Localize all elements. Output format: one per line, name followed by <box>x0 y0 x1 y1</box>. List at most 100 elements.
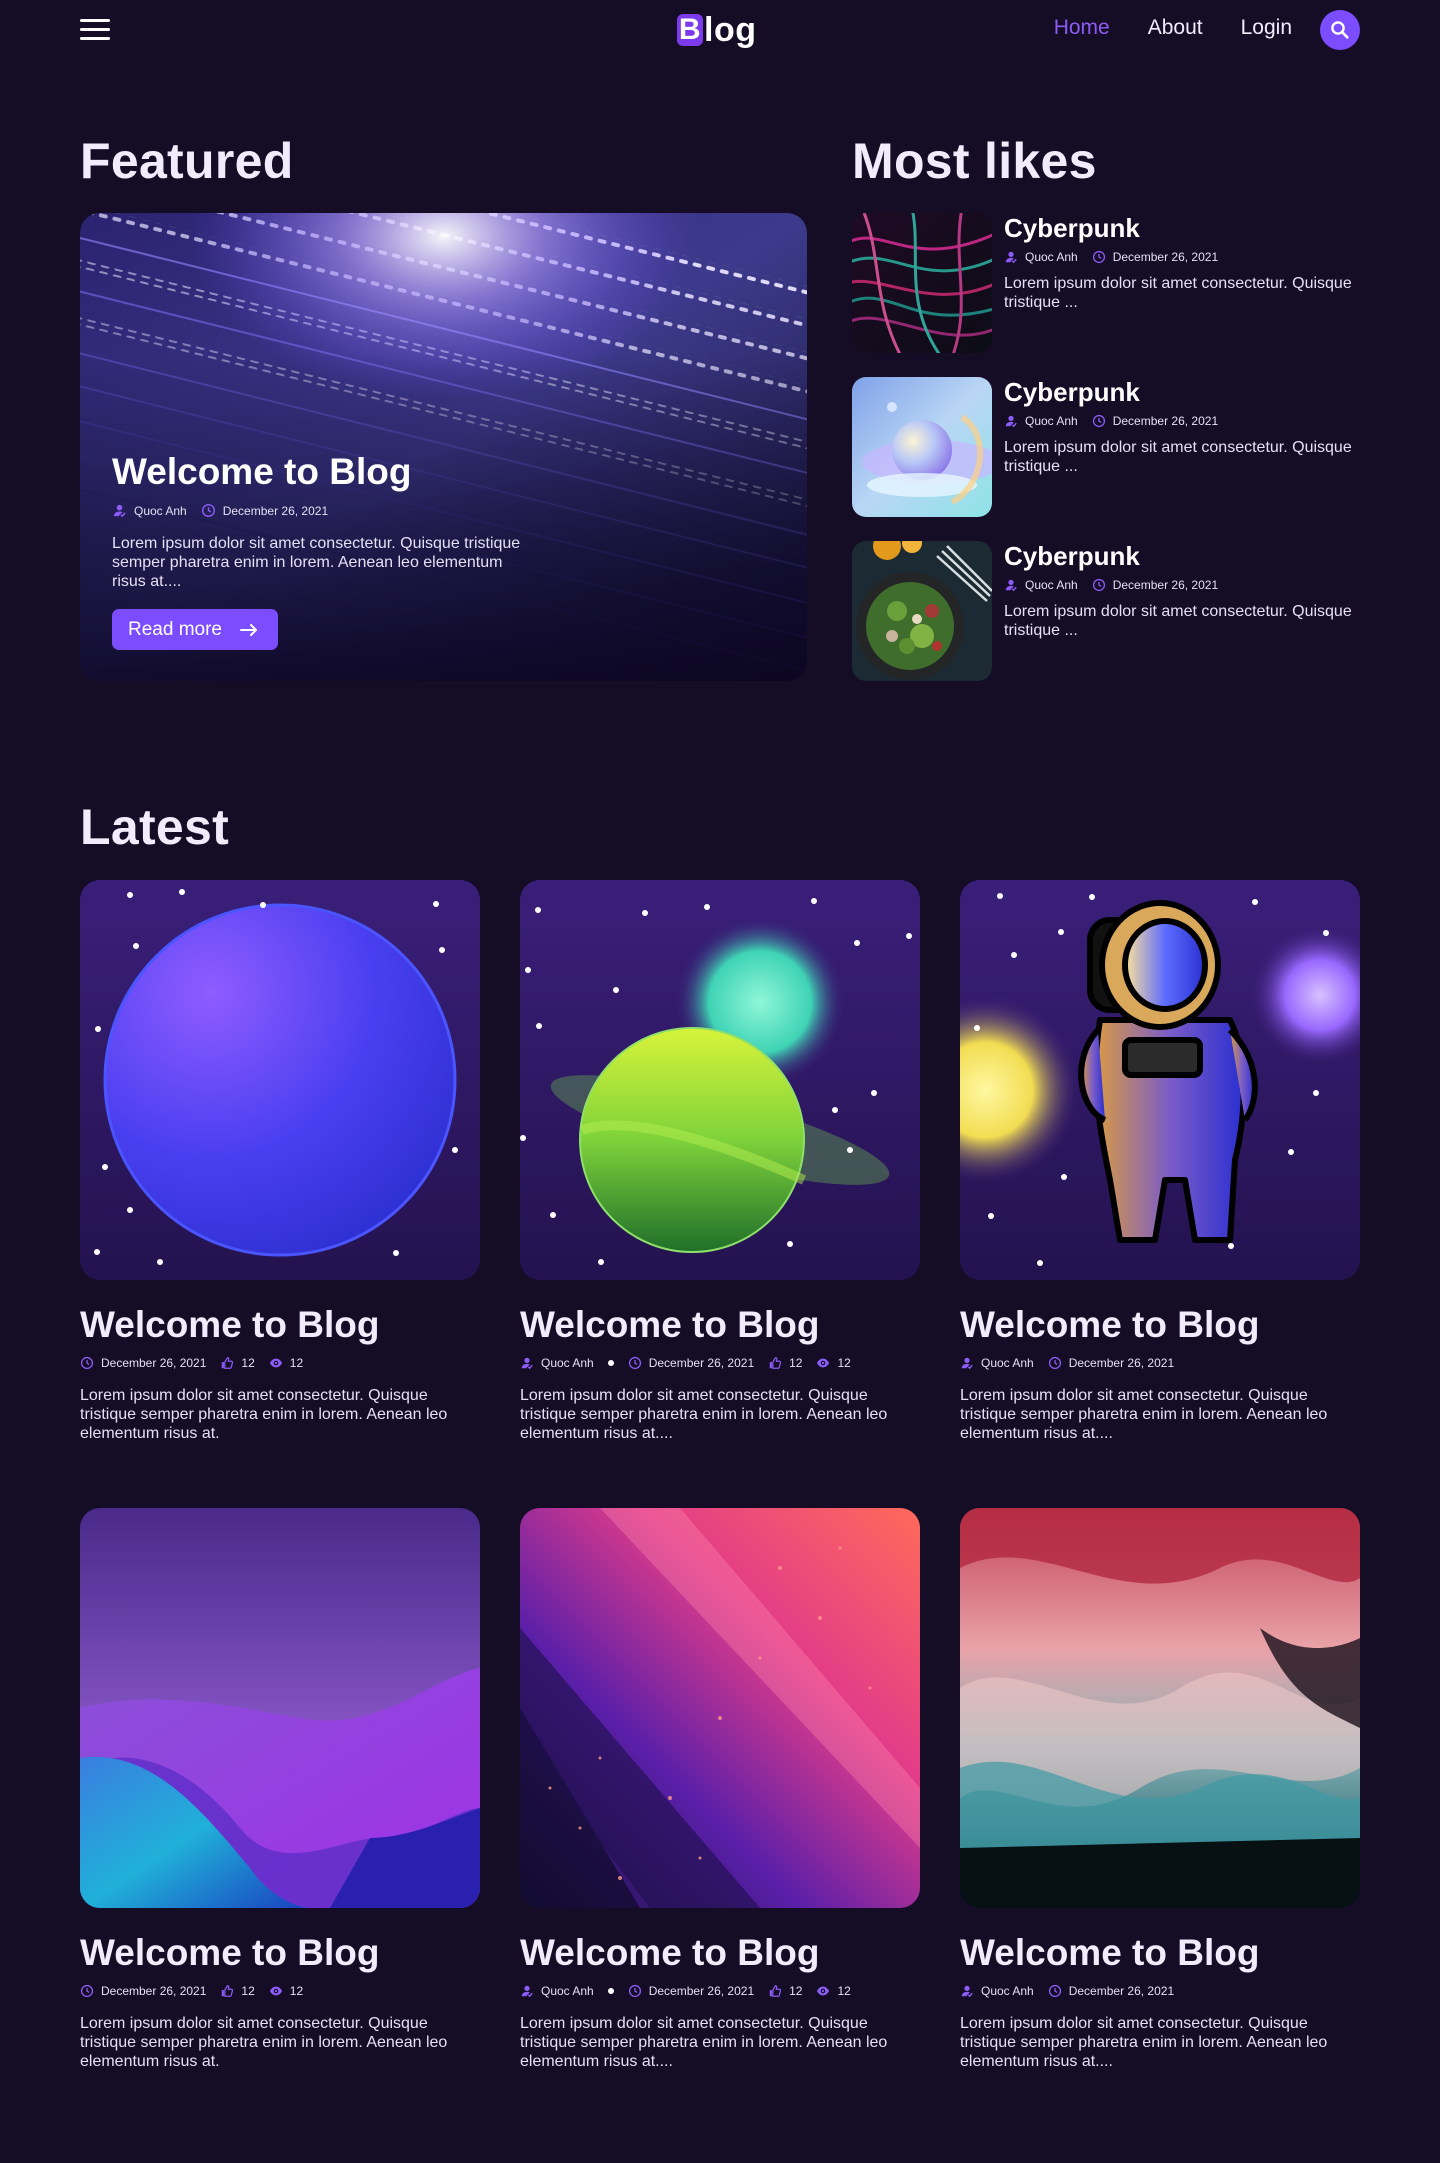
thumb-up-icon <box>220 1356 234 1370</box>
nav-login[interactable]: Login <box>1241 16 1292 40</box>
search-button[interactable] <box>1320 10 1360 50</box>
logo-text: log <box>704 10 757 49</box>
like-count: 12 <box>789 1984 803 1998</box>
post-excerpt: Lorem ipsum dolor sit amet consectetur. … <box>960 2015 1328 2070</box>
nav-home[interactable]: Home <box>1054 16 1110 40</box>
most-liked-post[interactable]: Cyberpunk Quoc Anh December 26, 2021 Lor… <box>852 213 1362 353</box>
post-excerpt: Lorem ipsum dolor sit amet consectetur. … <box>520 1387 888 1442</box>
site-logo[interactable]: Blog <box>677 10 756 50</box>
user-icon <box>520 1984 534 1998</box>
post-meta: Quoc Anh December 26, 2021 <box>960 1356 1360 1370</box>
featured-excerpt: Lorem ipsum dolor sit amet consectetur. … <box>112 535 521 590</box>
menu-icon[interactable] <box>80 19 110 41</box>
eye-icon <box>269 1984 283 1998</box>
post-excerpt: Lorem ipsum dolor sit amet consectetur. … <box>80 2015 448 2070</box>
read-more-label: Read more <box>128 618 222 640</box>
like-count: 12 <box>789 1356 803 1370</box>
post-excerpt: Lorem ipsum dolor sit amet consectetur. … <box>80 1387 448 1442</box>
post-meta: Quoc Anh December 26, 2021 <box>1004 578 1362 592</box>
separator-dot <box>607 1360 614 1366</box>
latest-post-card[interactable]: Welcome to Blog Quoc Anh December 26, 20… <box>520 880 920 1443</box>
clock-icon <box>1092 414 1106 428</box>
author-name: Quoc Anh <box>541 1984 594 1998</box>
view-count: 12 <box>289 1984 304 1998</box>
view-count: 12 <box>837 1984 851 1998</box>
clock-icon <box>1048 1984 1062 1998</box>
post-meta: Quoc Anh December 26, 2021 <box>1004 250 1362 264</box>
post-date: December 26, 2021 <box>222 503 329 518</box>
post-meta: Quoc Anh December 26, 2021 <box>1004 414 1362 428</box>
post-title[interactable]: Cyberpunk <box>1004 541 1362 571</box>
featured-content: Welcome to Blog Quoc Anh December 26, 20… <box>112 451 532 650</box>
post-excerpt: Lorem ipsum dolor sit amet consectetur. … <box>1004 439 1352 475</box>
post-image <box>960 1508 1360 1908</box>
eye-icon <box>816 1984 830 1998</box>
featured-title[interactable]: Welcome to Blog <box>112 451 532 493</box>
author-name: Quoc Anh <box>1025 250 1078 264</box>
post-meta: Quoc Anh December 26, 2021 12 12 <box>520 1984 920 1998</box>
clock-icon <box>1092 578 1106 592</box>
post-meta: December 26, 2021 12 12 <box>80 1984 480 1998</box>
thumb-up-icon <box>220 1984 234 1998</box>
clock-icon <box>201 503 216 518</box>
most-liked-post[interactable]: Cyberpunk Quoc Anh December 26, 2021 Lor… <box>852 377 1362 517</box>
latest-post-card[interactable]: Welcome to Blog December 26, 2021 12 12 … <box>80 1508 480 2071</box>
author-name: Quoc Anh <box>981 1356 1034 1370</box>
clock-icon <box>628 1984 642 1998</box>
post-image <box>80 880 480 1280</box>
clock-icon <box>80 1984 94 1998</box>
featured-post[interactable]: Welcome to Blog Quoc Anh December 26, 20… <box>80 213 807 681</box>
latest-post-card[interactable]: Welcome to Blog Quoc Anh December 26, 20… <box>960 880 1360 1443</box>
post-excerpt: Lorem ipsum dolor sit amet consectetur. … <box>1004 603 1352 639</box>
like-count: 12 <box>241 1984 255 1998</box>
post-thumbnail <box>852 541 992 681</box>
user-icon <box>960 1984 974 1998</box>
eye-icon <box>816 1356 830 1370</box>
view-count: 12 <box>289 1356 304 1370</box>
post-date: December 26, 2021 <box>1112 578 1219 592</box>
post-date: December 26, 2021 <box>1068 1356 1175 1370</box>
latest-post-card[interactable]: Welcome to Blog Quoc Anh December 26, 20… <box>960 1508 1360 2071</box>
thumb-up-icon <box>768 1356 782 1370</box>
post-image <box>80 1508 480 1908</box>
post-date: December 26, 2021 <box>1112 414 1219 428</box>
post-title[interactable]: Welcome to Blog <box>960 1932 1360 1974</box>
user-icon <box>1004 578 1018 592</box>
post-title[interactable]: Cyberpunk <box>1004 213 1362 243</box>
post-meta: Quoc Anh December 26, 2021 <box>960 1984 1360 1998</box>
post-date: December 26, 2021 <box>1068 1984 1175 1998</box>
arrow-right-icon <box>240 623 257 636</box>
latest-post-card[interactable]: Welcome to Blog Quoc Anh December 26, 20… <box>520 1508 920 2071</box>
latest-post-card[interactable]: Welcome to Blog December 26, 2021 12 12 … <box>80 880 480 1443</box>
post-body: Cyberpunk Quoc Anh December 26, 2021 Lor… <box>1004 377 1362 476</box>
post-title[interactable]: Cyberpunk <box>1004 377 1362 407</box>
post-body: Cyberpunk Quoc Anh December 26, 2021 Lor… <box>1004 213 1362 312</box>
post-body: Cyberpunk Quoc Anh December 26, 2021 Lor… <box>1004 541 1362 640</box>
nav-about[interactable]: About <box>1148 16 1203 40</box>
post-title[interactable]: Welcome to Blog <box>520 1304 920 1346</box>
post-date: December 26, 2021 <box>101 1356 207 1370</box>
most-likes-heading: Most likes <box>852 133 1097 189</box>
post-meta: December 26, 2021 12 12 <box>80 1356 480 1370</box>
post-date: December 26, 2021 <box>648 1984 755 1998</box>
post-title[interactable]: Welcome to Blog <box>960 1304 1360 1346</box>
thumb-up-icon <box>768 1984 782 1998</box>
clock-icon <box>1048 1356 1062 1370</box>
eye-icon <box>269 1356 283 1370</box>
post-date: December 26, 2021 <box>1112 250 1219 264</box>
clock-icon <box>1092 250 1106 264</box>
user-icon <box>1004 414 1018 428</box>
post-date: December 26, 2021 <box>101 1984 207 1998</box>
read-more-button[interactable]: Read more <box>112 609 278 650</box>
post-title[interactable]: Welcome to Blog <box>80 1932 480 1974</box>
site-header: Blog Home About Login <box>0 0 1440 60</box>
user-icon <box>1004 250 1018 264</box>
main-nav: Home About Login <box>1054 16 1292 40</box>
separator-dot <box>607 1988 614 1994</box>
post-image <box>960 880 1360 1280</box>
like-count: 12 <box>241 1356 255 1370</box>
most-liked-post[interactable]: Cyberpunk Quoc Anh December 26, 2021 Lor… <box>852 541 1362 681</box>
post-title[interactable]: Welcome to Blog <box>520 1932 920 1974</box>
post-title[interactable]: Welcome to Blog <box>80 1304 480 1346</box>
post-image <box>520 1508 920 1908</box>
